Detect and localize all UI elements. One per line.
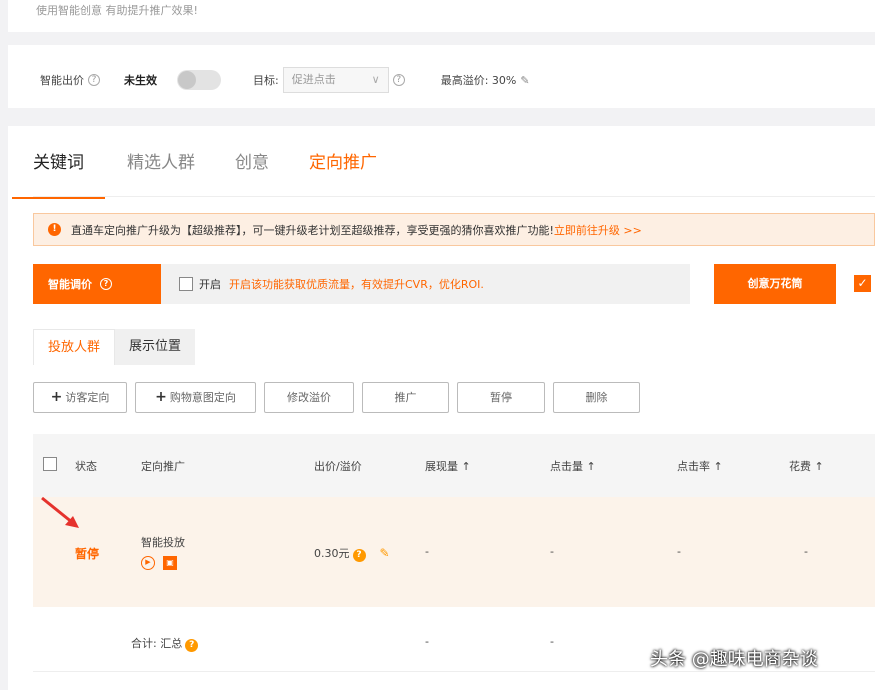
total-cell: 合计: 汇总? <box>131 635 199 652</box>
header-impressions[interactable]: 展现量 ↑ <box>425 458 471 474</box>
modify-premium-button[interactable]: 修改溢价 <box>264 382 354 413</box>
header-status: 状态 <box>75 460 97 473</box>
action-toolbar: + 访客定向 + 购物意图定向 修改溢价 推广 暂停 删除 <box>33 382 648 413</box>
warning-icon: ! <box>48 223 61 236</box>
smart-adjust-label: 智能调价 ? <box>33 264 161 304</box>
image-icon[interactable]: ▣ <box>163 556 177 570</box>
total-label: 合计: 汇总 <box>131 637 183 650</box>
max-premium: 最高溢价: 30% <box>440 74 517 87</box>
header-clicks[interactable]: 点击量 ↑ <box>550 458 596 474</box>
tab-targeting[interactable]: 定向推广 <box>309 148 377 199</box>
targeting-table: 状态 定向推广 出价/溢价 展现量 ↑ 点击量 ↑ 点击率 ↑ 花费 ↑ 暂停 … <box>33 434 875 672</box>
tab-divider <box>33 196 875 197</box>
pause-button[interactable]: 暂停 <box>457 382 545 413</box>
plus-icon: + <box>50 389 63 405</box>
help-icon[interactable]: ? <box>185 639 199 652</box>
enable-description: 开启该功能获取优质流量，有效提升CVR，优化ROI. <box>229 278 484 291</box>
play-icon[interactable]: ▶ <box>141 556 155 570</box>
red-arrow-annotation <box>41 496 79 528</box>
total-clicks: - <box>550 635 554 648</box>
toggle-knob <box>178 71 196 89</box>
plus-icon: + <box>155 389 167 405</box>
ctr-value: - <box>677 545 681 558</box>
tab-crowd[interactable]: 精选人群 <box>127 148 195 199</box>
goal-label: 目标: <box>253 74 279 87</box>
purchase-intent-button[interactable]: + 购物意图定向 <box>135 382 256 413</box>
smart-bid-label: 智能出价 <box>40 74 84 87</box>
smart-bid-toggle[interactable] <box>177 70 221 90</box>
top-strip: 使用智能创意 有助提升推广效果! <box>8 0 875 32</box>
impressions-value: - <box>425 545 429 558</box>
help-icon[interactable]: ? <box>392 74 405 86</box>
main-card: 关键词 精选人群 创意 定向推广 ! 直通车定向推广升级为【超级推荐】，可一键升… <box>8 126 875 690</box>
subtab-placement[interactable]: 展示位置 <box>115 329 196 365</box>
bid-status: 未生效 <box>124 74 157 87</box>
enable-checkbox[interactable] <box>179 277 193 291</box>
header-targeting: 定向推广 <box>141 460 185 473</box>
edit-icon[interactable]: ✎ <box>380 546 390 560</box>
clicks-value: - <box>550 545 554 558</box>
enable-label: 开启 <box>199 278 221 291</box>
subtab-audience[interactable]: 投放人群 <box>33 329 116 365</box>
select-all-checkbox[interactable] <box>43 457 57 471</box>
smart-bid-card: 智能出价 ? 未生效 目标: 促进点击 ∨ ? 最高溢价: 30% ✎ <box>8 45 875 108</box>
header-cost[interactable]: 花费 ↑ <box>789 458 824 474</box>
smart-adjust-text: 智能调价 <box>48 278 92 291</box>
visitor-targeting-button[interactable]: + 访客定向 <box>33 382 127 413</box>
header-bid: 出价/溢价 <box>314 460 362 473</box>
help-icon[interactable]: ? <box>88 74 100 86</box>
bid-value: 0.30元 <box>314 547 350 560</box>
header-ctr[interactable]: 点击率 ↑ <box>677 458 723 474</box>
goal-select[interactable]: 促进点击 ∨ <box>282 67 389 93</box>
table-row: 暂停 智能投放 ▶ ▣ 0.30元? ✎ - - - - <box>33 496 875 607</box>
total-impressions: - <box>425 635 429 648</box>
creative-hint: 使用智能创意 有助提升推广效果! <box>36 4 198 17</box>
notice-text: 直通车定向推广升级为【超级推荐】，可一键升级老计划至超级推荐，享受更强的猜你喜欢… <box>71 223 554 237</box>
upgrade-link[interactable]: 立即前往升级 >> <box>554 222 642 238</box>
upgrade-notice: ! 直通车定向推广升级为【超级推荐】，可一键升级老计划至超级推荐，享受更强的猜你… <box>33 213 875 246</box>
targeting-name: 智能投放 <box>141 536 185 549</box>
creative-kaleidoscope-button[interactable]: 创意万花筒 <box>714 264 836 304</box>
promote-button[interactable]: 推广 <box>362 382 449 413</box>
table-header: 状态 定向推广 出价/溢价 展现量 ↑ 点击量 ↑ 点击率 ↑ 花费 ↑ <box>33 434 875 497</box>
goal-select-value: 促进点击 <box>291 73 336 86</box>
check-icon[interactable]: ✓ <box>854 275 871 292</box>
button-label: 购物意图定向 <box>169 391 236 404</box>
bid-cell: 0.30元? ✎ <box>314 545 390 562</box>
delete-button[interactable]: 删除 <box>553 382 640 413</box>
targeting-cell: 智能投放 ▶ ▣ <box>141 534 185 570</box>
tab-creative[interactable]: 创意 <box>235 148 269 199</box>
edit-icon[interactable]: ✎ <box>520 74 529 87</box>
sub-tabs: 投放人群 展示位置 <box>33 329 196 365</box>
main-tabs: 关键词 精选人群 创意 定向推广 <box>12 148 417 199</box>
smart-adjust-bar: 智能调价 ? 开启 开启该功能获取优质流量，有效提升CVR，优化ROI. <box>33 264 690 304</box>
tab-keywords[interactable]: 关键词 <box>12 148 105 199</box>
watermark: 头条 @趣味电商杂谈 <box>650 649 818 670</box>
button-label: 访客定向 <box>65 391 110 404</box>
status-pause[interactable]: 暂停 <box>75 545 99 562</box>
help-icon[interactable]: ? <box>352 549 366 562</box>
help-icon[interactable]: ? <box>100 278 112 290</box>
chevron-down-icon: ∨ <box>371 73 380 86</box>
cost-value: - <box>804 545 808 558</box>
